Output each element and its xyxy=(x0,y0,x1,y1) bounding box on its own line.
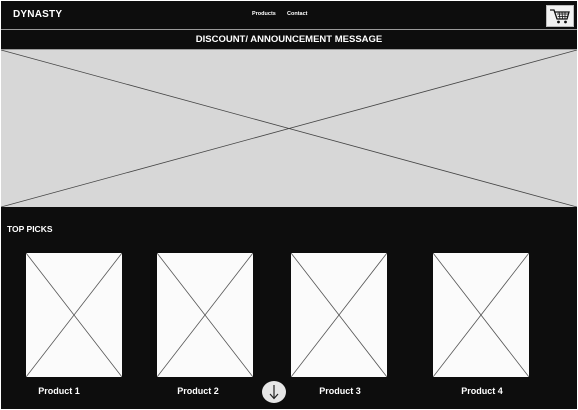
product-2-image[interactable] xyxy=(156,252,254,378)
navbar: DYNASTY Products Contact xyxy=(1,1,577,29)
nav-link-contact[interactable]: Contact xyxy=(287,11,307,17)
nav-link-products[interactable]: Products xyxy=(252,11,276,17)
announcement-text: DISCOUNT/ ANNOUNCEMENT MESSAGE xyxy=(195,34,383,45)
hero-image-placeholder xyxy=(1,49,577,208)
product-4-label[interactable]: Product 4 xyxy=(432,386,532,396)
image-placeholder-icon xyxy=(432,252,530,378)
image-placeholder-icon xyxy=(290,252,388,378)
product-4-image[interactable] xyxy=(432,252,530,378)
product-2-label[interactable]: Product 2 xyxy=(148,386,248,396)
arrow-down-icon xyxy=(269,385,279,400)
product-3-image[interactable] xyxy=(290,252,388,378)
image-placeholder-icon xyxy=(1,49,577,208)
announcement-bar: DISCOUNT/ ANNOUNCEMENT MESSAGE xyxy=(1,29,577,50)
image-placeholder-icon xyxy=(25,252,123,378)
scroll-down-button[interactable] xyxy=(262,381,286,403)
cart-button[interactable] xyxy=(546,5,574,27)
page-frame: DYNASTY Products Contact DISCOUNT/ ANNOU… xyxy=(1,1,577,409)
product-1-label[interactable]: Product 1 xyxy=(9,386,109,396)
brand-logo[interactable]: DYNASTY xyxy=(13,9,62,20)
product-1-image[interactable] xyxy=(25,252,123,378)
shopping-cart-icon xyxy=(550,9,570,24)
section-title: TOP PICKS xyxy=(7,224,53,234)
image-placeholder-icon xyxy=(156,252,254,378)
product-3-label[interactable]: Product 3 xyxy=(290,386,390,396)
